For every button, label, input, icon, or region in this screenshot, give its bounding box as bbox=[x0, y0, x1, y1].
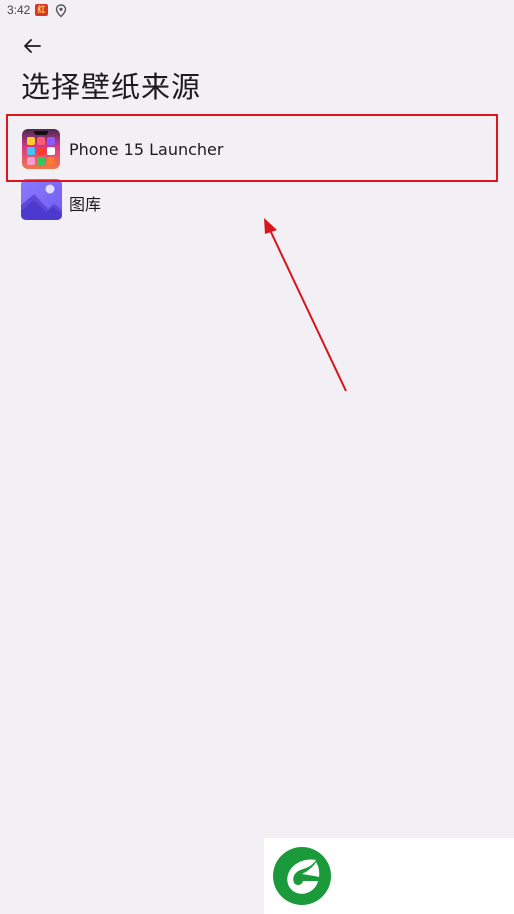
back-button[interactable] bbox=[18, 36, 46, 60]
watermark-panel bbox=[264, 838, 514, 914]
green-leaf-logo-icon bbox=[272, 846, 332, 906]
list-item-label: 图库 bbox=[69, 195, 102, 214]
gallery-icon bbox=[21, 179, 62, 220]
arrow-left-icon bbox=[23, 38, 41, 58]
status-time: 3:42 bbox=[7, 3, 31, 17]
notification-app-icon: 红 bbox=[35, 4, 48, 16]
list-item-label: Phone 15 Launcher bbox=[69, 140, 224, 159]
wallpaper-source-gallery[interactable]: 图库 bbox=[0, 176, 514, 224]
phone-launcher-app-icon bbox=[22, 129, 60, 169]
page-title: 选择壁纸来源 bbox=[21, 70, 202, 104]
wallpaper-source-phone-launcher[interactable]: Phone 15 Launcher bbox=[0, 123, 514, 175]
status-bar: 3:42 红 bbox=[0, 0, 514, 22]
location-pin-icon bbox=[55, 3, 67, 18]
